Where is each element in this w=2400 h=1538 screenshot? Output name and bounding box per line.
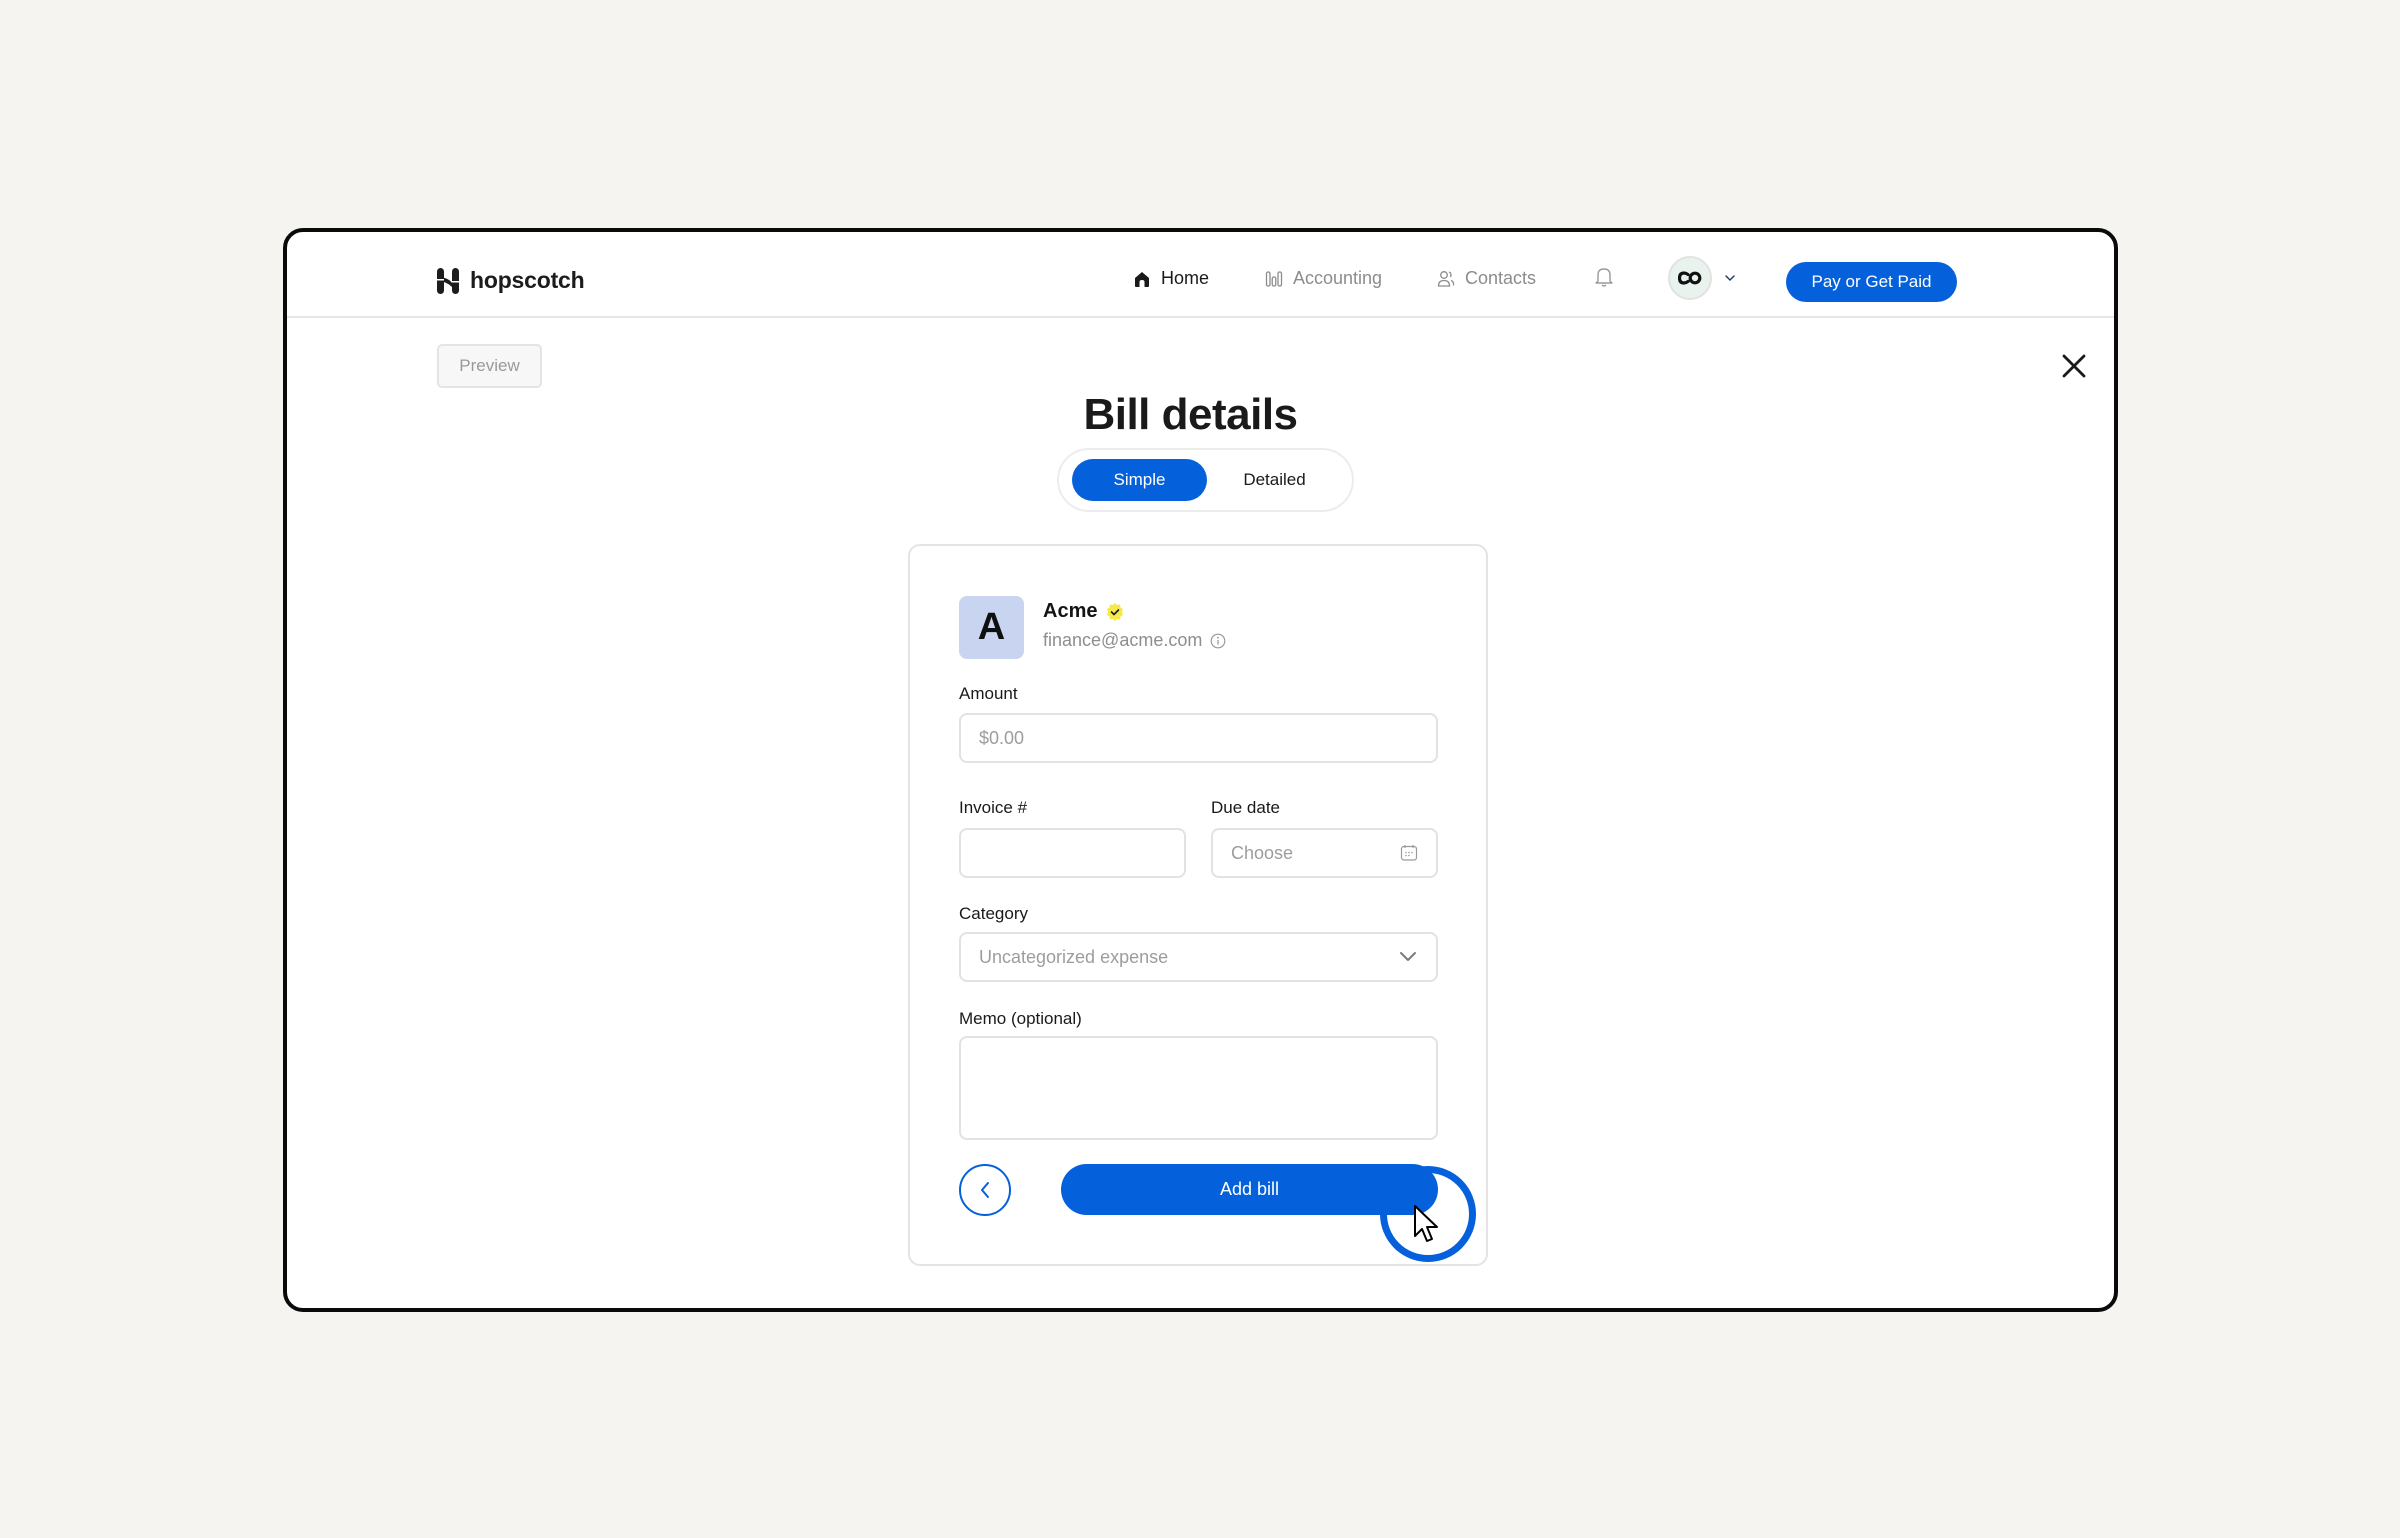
calendar-icon — [1400, 845, 1418, 861]
nav-accounting[interactable]: Accounting — [1265, 268, 1382, 289]
home-icon — [1135, 271, 1149, 287]
pay-or-get-paid-button[interactable]: Pay or Get Paid — [1786, 262, 1957, 302]
chevron-left-icon — [981, 1182, 989, 1198]
bell-icon — [1595, 268, 1613, 287]
vendor-name: Acme — [1043, 600, 1098, 622]
nav-contacts[interactable]: Contacts — [1437, 268, 1536, 289]
nav-contacts-label: Contacts — [1465, 268, 1537, 288]
app-window: hopscotch Home Accounting Contacts Pay o… — [283, 228, 2118, 1312]
vendor-email-row: finance@acme.com — [1043, 630, 1226, 651]
due-date-label: Due date — [1211, 798, 1280, 817]
category-selected-value: Uncategorized expense — [979, 946, 1169, 967]
vendor-avatar: A — [959, 596, 1024, 659]
due-date-placeholder: Choose — [1231, 842, 1294, 863]
invoice-number-input[interactable] — [959, 828, 1186, 878]
info-icon[interactable] — [1210, 633, 1226, 649]
add-bill-button[interactable]: Add bill — [1061, 1164, 1438, 1215]
notifications-button[interactable] — [1594, 266, 1614, 293]
due-date-picker[interactable]: Choose — [1211, 828, 1438, 878]
org-switcher[interactable] — [1668, 256, 1736, 300]
org-avatar — [1668, 256, 1712, 300]
view-mode-toggle: Simple Detailed — [1057, 448, 1354, 512]
verified-badge-icon — [1107, 602, 1124, 621]
vendor-name-row: Acme — [1043, 600, 1125, 623]
nav-home-label: Home — [1161, 268, 1210, 288]
amount-label: Amount — [959, 684, 1018, 703]
brand-logo[interactable]: hopscotch — [436, 267, 585, 294]
users-icon — [1437, 270, 1455, 287]
preview-button[interactable]: Preview — [437, 344, 542, 388]
memo-textarea[interactable] — [959, 1036, 1438, 1140]
vendor-email: finance@acme.com — [1043, 630, 1203, 650]
chevron-down-icon — [1400, 952, 1416, 961]
tab-detailed[interactable]: Detailed — [1207, 459, 1342, 501]
category-label: Category — [959, 904, 1028, 923]
invoice-label: Invoice # — [959, 798, 1028, 817]
brand-name: hopscotch — [470, 267, 585, 293]
hopscotch-logo-icon — [437, 267, 459, 294]
chevron-down-icon — [1725, 275, 1735, 282]
chart-bars-icon — [1265, 270, 1283, 287]
back-button[interactable] — [959, 1164, 1011, 1216]
org-logo-icon — [1678, 271, 1702, 285]
amount-input[interactable] — [959, 713, 1438, 763]
page-title: Bill details — [1083, 390, 1298, 439]
close-icon — [2062, 354, 2086, 378]
nav-home[interactable]: Home — [1133, 268, 1209, 289]
top-nav: hopscotch Home Accounting Contacts Pay o… — [287, 232, 2114, 318]
memo-label: Memo (optional) — [959, 1009, 1082, 1028]
category-select[interactable]: Uncategorized expense — [959, 932, 1438, 982]
bill-form-card: A Acme finance@acme.com Amount Invoice #… — [908, 544, 1488, 1266]
nav-accounting-label: Accounting — [1293, 268, 1383, 288]
tab-simple[interactable]: Simple — [1072, 459, 1207, 501]
close-button[interactable] — [2060, 352, 2088, 380]
